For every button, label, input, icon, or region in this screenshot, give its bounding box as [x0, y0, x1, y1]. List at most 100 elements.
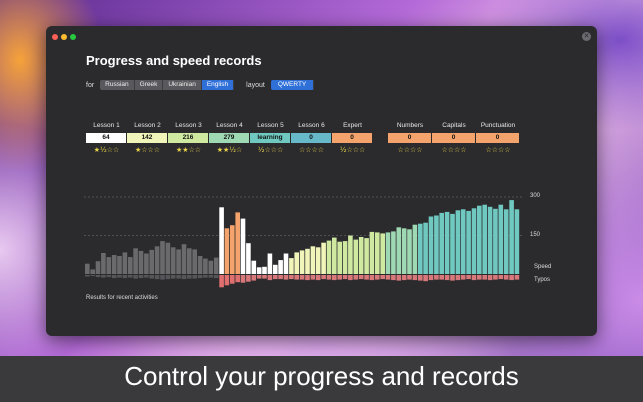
- language-russian[interactable]: Russian: [100, 80, 135, 90]
- typos-bar: [267, 275, 273, 281]
- typos-bar: [342, 275, 348, 280]
- speed-bar: [310, 246, 316, 274]
- speed-bar: [235, 212, 240, 274]
- speed-bar: [509, 200, 514, 274]
- speed-bar: [133, 248, 138, 274]
- typos-bar: [176, 275, 181, 279]
- lesson-cell[interactable]: 0: [332, 133, 372, 143]
- speed-bar: [418, 223, 423, 274]
- lesson-label: Punctuation: [480, 122, 516, 129]
- lesson-cell[interactable]: 64: [86, 133, 126, 143]
- progress-chart-svg: [84, 196, 524, 288]
- typos-bar: [251, 275, 257, 281]
- speed-bar: [106, 257, 112, 274]
- speed-bar: [337, 241, 342, 274]
- speed-bar: [144, 253, 149, 274]
- typos-bar: [224, 275, 230, 286]
- typos-bar: [428, 275, 434, 281]
- speed-bar: [487, 206, 493, 274]
- lesson-cell[interactable]: 0: [432, 133, 475, 143]
- speed-bar: [278, 260, 283, 274]
- typos-bar: [326, 275, 332, 280]
- speed-bar: [493, 208, 498, 274]
- speed-bar: [514, 209, 520, 274]
- language-english[interactable]: English: [201, 80, 235, 90]
- typos-bar: [460, 275, 466, 280]
- typos-bar: [90, 275, 95, 276]
- star-rating: ☆☆☆☆: [397, 146, 423, 154]
- typos-bar: [375, 275, 380, 280]
- speed-bar: [353, 239, 359, 274]
- lesson-cell[interactable]: 0: [476, 133, 519, 143]
- language-filter: for Russian Greek Ukrainian English layo…: [86, 80, 315, 90]
- typos-bar: [181, 275, 187, 280]
- speed-bar: [111, 255, 117, 274]
- typos-bar: [493, 275, 498, 280]
- typos-bar: [364, 275, 369, 280]
- star-rating: ☆☆☆☆: [485, 146, 511, 154]
- speed-bar: [289, 258, 294, 274]
- caption-text: Control your progress and records: [124, 361, 519, 391]
- typos-bar: [396, 275, 402, 281]
- zoom-window-icon[interactable]: [70, 34, 76, 40]
- lesson-label: Expert: [343, 122, 362, 129]
- typos-bar: [106, 275, 112, 278]
- typos-bar: [240, 275, 246, 283]
- speed-bar: [219, 207, 224, 274]
- speed-bar: [391, 231, 396, 274]
- lesson-cell[interactable]: 0: [291, 133, 331, 143]
- lesson-cell[interactable]: 0: [388, 133, 431, 143]
- typos-bar: [514, 275, 520, 280]
- star-rating: ½☆☆☆: [339, 146, 366, 154]
- language-ukrainian[interactable]: Ukrainian: [163, 80, 202, 90]
- typos-bar: [332, 275, 337, 281]
- typos-bar: [380, 275, 385, 280]
- speed-bar: [450, 213, 455, 274]
- speed-bar: [455, 210, 461, 274]
- for-label: for: [86, 81, 95, 89]
- speed-bar: [498, 204, 504, 274]
- typos-bar: [278, 275, 283, 280]
- lesson-cell[interactable]: 142: [127, 133, 167, 143]
- lesson-cell[interactable]: 279: [209, 133, 249, 143]
- typos-bar: [262, 275, 267, 279]
- layout-label: layout: [246, 81, 265, 89]
- typos-bar: [149, 275, 154, 279]
- speed-bar: [358, 237, 364, 274]
- lesson-label: Lesson 6: [298, 122, 325, 129]
- close-icon[interactable]: ✕: [582, 32, 591, 41]
- typos-bar: [482, 275, 487, 280]
- lesson-label: Lesson 4: [216, 122, 243, 129]
- speed-bar: [165, 242, 171, 274]
- speed-bar: [267, 253, 273, 274]
- typos-bar: [471, 275, 477, 281]
- language-segmented-control[interactable]: Russian Greek Ukrainian English: [100, 80, 235, 90]
- typos-bar: [138, 275, 144, 279]
- typos-bar: [353, 275, 359, 280]
- lesson-cell[interactable]: learning: [250, 133, 290, 143]
- chart-footer: Results for recent activities: [86, 295, 158, 301]
- typos-bar: [477, 275, 482, 280]
- lesson-cell[interactable]: 216: [168, 133, 208, 143]
- language-greek[interactable]: Greek: [134, 80, 164, 90]
- typos-bar: [321, 275, 326, 280]
- speed-bar: [160, 241, 165, 274]
- speed-bar: [224, 228, 230, 274]
- speed-bar: [170, 247, 176, 274]
- layout-qwerty[interactable]: QWERTY: [270, 80, 315, 90]
- speed-bar: [471, 208, 477, 274]
- close-window-icon[interactable]: [52, 34, 58, 40]
- speed-bar: [348, 235, 353, 274]
- typos-bar: [219, 275, 224, 288]
- lesson-label: Capitals: [442, 122, 466, 129]
- minimize-window-icon[interactable]: [61, 34, 67, 40]
- speed-bar: [95, 261, 101, 274]
- speed-bar: [412, 224, 418, 274]
- typos-bar: [466, 275, 471, 280]
- ytick-300: 300: [530, 193, 541, 199]
- layout-segmented-control[interactable]: QWERTY: [270, 80, 315, 90]
- speed-bar: [197, 256, 203, 274]
- speed-bar: [460, 209, 466, 274]
- speed-bar: [428, 216, 434, 274]
- typos-bar: [246, 275, 251, 282]
